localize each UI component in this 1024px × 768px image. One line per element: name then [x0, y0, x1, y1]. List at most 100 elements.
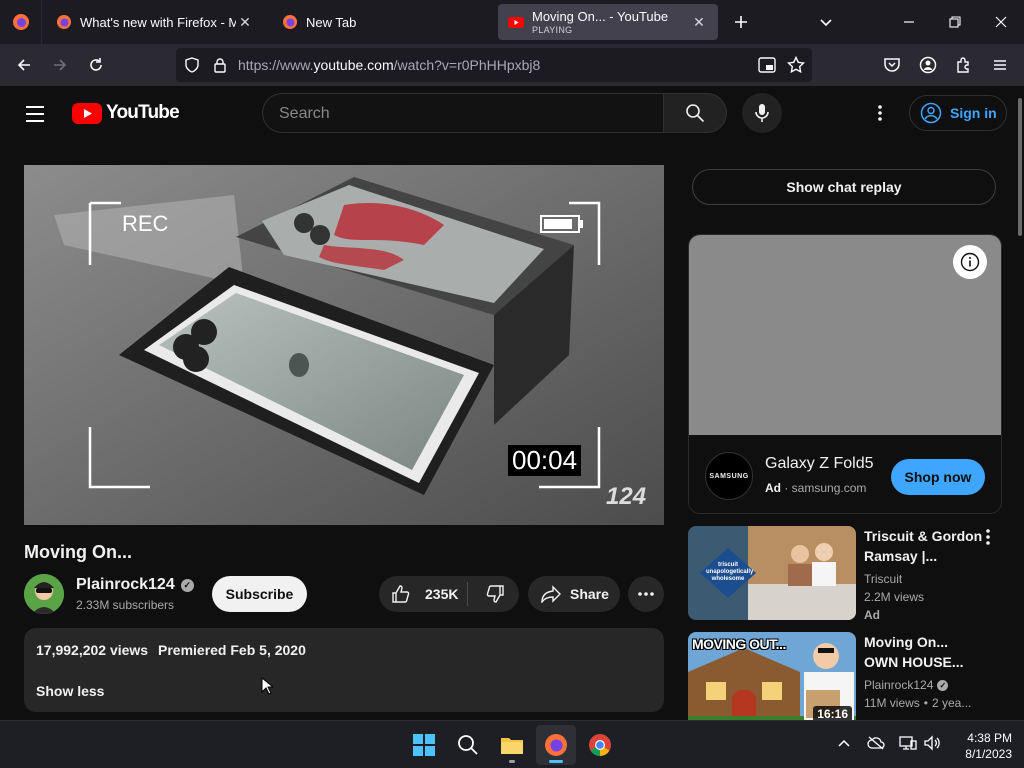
channel-watermark-text: 124 [606, 483, 647, 510]
video-thumbnail[interactable]: triscuit unapologetically wholesome [688, 526, 856, 620]
list-all-tabs-button[interactable] [803, 0, 849, 44]
search-button[interactable] [663, 93, 727, 133]
recommended-title[interactable]: Triscuit & Gordon Ramsay |... [864, 526, 984, 566]
back-button[interactable] [8, 49, 40, 81]
picture-in-picture-icon[interactable] [758, 57, 776, 73]
restore-icon [949, 16, 961, 28]
channel-name: Plainrock124 [76, 576, 175, 593]
tab-youtube[interactable]: Moving On... - YouTube PLAYING ✕ [498, 4, 718, 40]
lock-icon[interactable] [212, 57, 228, 73]
shop-now-button[interactable]: Shop now [891, 459, 985, 495]
minimize-button[interactable] [886, 0, 932, 44]
tab-title: Moving On... - YouTube [532, 9, 669, 24]
close-window-button[interactable] [978, 0, 1024, 44]
settings-menu-button[interactable] [866, 99, 894, 127]
recommended-video[interactable]: triscuit unapologetically wholesome Tris… [688, 526, 1018, 622]
ad-info-button[interactable] [953, 245, 987, 279]
extensions-button[interactable] [948, 49, 980, 81]
channel-avatar[interactable] [24, 574, 64, 614]
shield-icon[interactable] [184, 57, 200, 73]
tab-new-tab[interactable]: New Tab [272, 4, 492, 40]
guide-menu-button[interactable] [22, 100, 50, 128]
firefox-icon [545, 734, 567, 756]
close-icon [995, 16, 1007, 28]
new-tab-button[interactable] [718, 0, 764, 44]
avatar-image [24, 574, 64, 614]
like-button[interactable]: 235K [379, 576, 467, 612]
sidebar-ad-card[interactable]: SAMSUNG Galaxy Z Fold5 Ad · samsung.com … [688, 234, 1002, 514]
app-menu-button[interactable] [984, 49, 1016, 81]
firefox-view-button[interactable] [0, 0, 42, 44]
search-input[interactable]: Search [262, 93, 664, 133]
address-bar[interactable]: https://www.youtube.com/watch?v=r0PhHHpx… [176, 48, 812, 82]
video-thumbnail[interactable]: MOVING OUT... 16:16 [688, 632, 856, 720]
verified-check-icon: ✓ [937, 679, 949, 691]
active-indicator [549, 760, 563, 763]
bookmark-star-icon[interactable] [787, 56, 805, 74]
page-scrollbar[interactable] [1018, 98, 1022, 236]
recommended-stats: 11M views • 2 yea... [864, 696, 971, 710]
video-title: Moving On... [24, 542, 132, 562]
show-hidden-icons-button[interactable] [832, 731, 856, 755]
firefox-taskbar-button[interactable] [536, 725, 576, 765]
more-actions-button[interactable] [628, 576, 664, 612]
pocket-button[interactable] [876, 49, 908, 81]
cloud-sync-status[interactable] [864, 731, 888, 755]
recommended-channel[interactable]: Plainrock124 ✓ [864, 678, 949, 692]
system-clock[interactable]: 4:38 PM 8/1/2023 [948, 730, 1012, 762]
restore-button[interactable] [932, 0, 978, 44]
subscribe-button[interactable]: Subscribe [212, 576, 307, 612]
subscriber-count: 2.33M subscribers [76, 598, 175, 612]
close-tab-icon[interactable]: ✕ [690, 13, 708, 31]
cloud-off-icon [867, 736, 885, 750]
timecode-overlay-text: 00:04 [508, 445, 582, 476]
show-less-button[interactable]: Show less [36, 683, 104, 699]
youtube-play-logo-icon [72, 102, 102, 124]
search-icon [686, 104, 705, 123]
share-label: Share [570, 586, 609, 602]
youtube-page: YouTube Search Sign in REC 00:04 124 Mov… [0, 86, 1024, 720]
taskbar-search-button[interactable] [448, 725, 488, 765]
clock-date: 8/1/2023 [965, 747, 1012, 761]
view-count: 17,992,202 views [36, 642, 149, 658]
youtube-logo[interactable]: YouTube [72, 102, 180, 124]
arrow-right-icon [54, 59, 67, 71]
channel-name-link[interactable]: Plainrock124 ✓ [76, 576, 194, 594]
like-divider [467, 582, 468, 606]
browser-nav-bar: https://www.youtube.com/watch?v=r0PhHHpx… [0, 44, 1024, 86]
running-indicator [509, 760, 515, 763]
forward-button[interactable] [44, 49, 76, 81]
recommended-video[interactable]: MOVING OUT... 16:16 Moving On... OWN HOU… [688, 632, 1018, 720]
share-button[interactable]: Share [528, 576, 620, 612]
windows-taskbar: 4:38 PM 8/1/2023 [0, 720, 1024, 768]
video-player[interactable]: REC 00:04 124 [24, 165, 664, 525]
url-text: https://www.youtube.com/watch?v=r0PhHHpx… [238, 57, 540, 73]
firefox-icon [283, 15, 297, 29]
network-status[interactable] [896, 731, 920, 755]
account-button[interactable] [912, 49, 944, 81]
reload-button[interactable] [80, 49, 112, 81]
speaker-icon [924, 735, 940, 751]
tab-whats-new[interactable]: What's new with Firefox - More ✕ [46, 4, 264, 40]
ad-badge: Ad [864, 608, 880, 622]
start-button[interactable] [404, 725, 444, 765]
chrome-taskbar-button[interactable] [580, 725, 620, 765]
sign-in-button[interactable]: Sign in [909, 95, 1007, 131]
upload-age: 2 yea... [932, 696, 972, 710]
windows-logo-icon [413, 734, 435, 756]
dislike-button[interactable] [475, 576, 515, 612]
more-vertical-icon[interactable] [984, 528, 992, 546]
thumbnail-text: MOVING OUT... [692, 636, 786, 652]
share-arrow-icon [541, 585, 561, 603]
voice-search-button[interactable] [742, 93, 782, 133]
description-box[interactable]: 17,992,202 views Premiered Feb 5, 2020 S… [24, 628, 664, 712]
thumbs-down-icon [486, 585, 504, 603]
show-chat-replay-button[interactable]: Show chat replay [692, 169, 996, 205]
recommended-stats: 2.2M views [864, 590, 925, 604]
recommended-channel[interactable]: Triscuit [864, 572, 902, 586]
file-explorer-button[interactable] [492, 725, 532, 765]
ad-meta: Ad · samsung.com [765, 481, 867, 495]
close-tab-icon[interactable]: ✕ [236, 13, 254, 31]
recommended-title[interactable]: Moving On... OWN HOUSE... [864, 632, 984, 672]
volume-control[interactable] [920, 731, 944, 755]
